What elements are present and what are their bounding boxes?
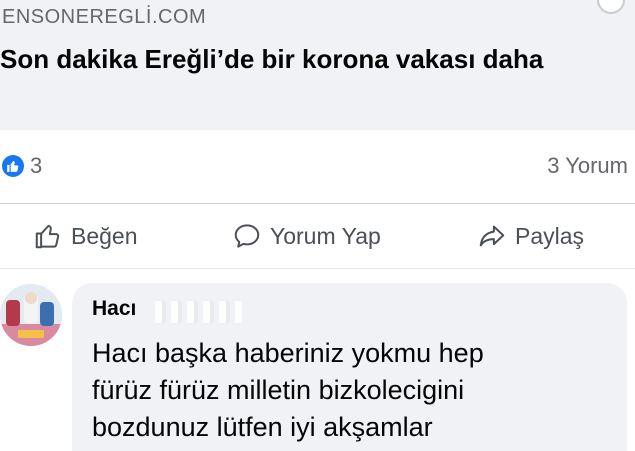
- share-icon: [479, 225, 505, 247]
- like-button[interactable]: Beğen: [33, 213, 138, 259]
- link-domain: ENSONEREGLİ.COM: [2, 6, 207, 28]
- comment-bubble: Hacı Hacı başka haberiniz yokmu hep fürü…: [72, 283, 627, 451]
- share-button[interactable]: Paylaş: [477, 213, 584, 259]
- divider: [0, 203, 635, 204]
- link-headline[interactable]: Son dakika Ereğli’de bir korona vakası d…: [0, 40, 600, 78]
- like-count[interactable]: 3: [30, 153, 42, 179]
- like-button-label: Beğen: [71, 222, 138, 249]
- comment-button[interactable]: Yorum Yap: [232, 213, 381, 259]
- comment-text: Hacı başka haberiniz yokmu hep fürüz für…: [92, 338, 484, 442]
- comment-icon: [234, 224, 260, 248]
- reaction-stats: 3 3 Yorum: [0, 150, 635, 184]
- link-preview-card[interactable]: ENSONEREGLİ.COM Son dakika Ereğli’de bir…: [0, 0, 635, 130]
- avatar[interactable]: [0, 284, 62, 346]
- action-bar: Beğen Yorum Yap Paylaş: [0, 213, 635, 259]
- redacted-name-overlay: [150, 301, 242, 323]
- comment-author[interactable]: Hacı: [92, 297, 136, 321]
- comment-count[interactable]: 3 Yorum: [547, 153, 628, 179]
- like-badge-icon: [2, 155, 24, 177]
- share-button-label: Paylaş: [515, 222, 585, 249]
- divider: [0, 268, 635, 269]
- comment-button-label: Yorum Yap: [270, 222, 381, 249]
- thumbs-up-icon: [35, 224, 60, 249]
